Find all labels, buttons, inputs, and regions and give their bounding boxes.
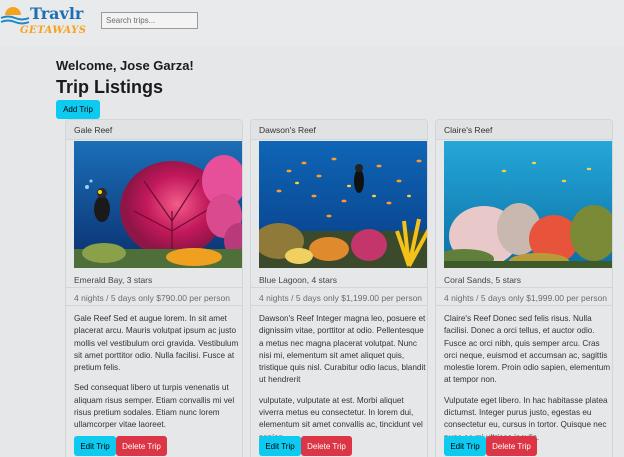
welcome-message: Welcome, Jose Garza!	[56, 58, 194, 73]
delete-trip-button[interactable]: Delete Trip	[116, 436, 167, 456]
trip-card: Dawson's Reef Blue Lagoon, 4 stars 4 nig…	[250, 119, 428, 457]
trip-description: Claire's Reef Donec sed felis risus. Nul…	[444, 313, 612, 452]
trip-location: Blue Lagoon, 4 stars	[259, 275, 337, 285]
svg-text:Travlr: Travlr	[30, 4, 84, 23]
delete-trip-button[interactable]: Delete Trip	[486, 436, 537, 456]
description-paragraph: Gale Reef Sed et augue lorem. In sit ame…	[74, 314, 239, 373]
trip-card: Claire's Reef Coral Sands, 5 stars 4 nig…	[435, 119, 613, 457]
trip-price: 4 nights / 5 days only $790.00 per perso…	[74, 293, 230, 303]
trip-image	[74, 141, 242, 268]
edit-trip-button[interactable]: Edit Trip	[259, 436, 301, 456]
delete-trip-button[interactable]: Delete Trip	[301, 436, 352, 456]
trip-description: Dawson's Reef Integer magna leo, posuere…	[259, 313, 427, 452]
edit-trip-button[interactable]: Edit Trip	[74, 436, 116, 456]
description-paragraph: Claire's Reef Donec sed felis risus. Nul…	[444, 314, 611, 385]
trip-location: Emerald Bay, 3 stars	[74, 275, 153, 285]
edit-trip-button[interactable]: Edit Trip	[444, 436, 486, 456]
trip-location: Coral Sands, 5 stars	[444, 275, 522, 285]
trip-price: 4 nights / 5 days only $1,999.00 per per…	[444, 293, 608, 303]
trip-image	[444, 141, 612, 268]
travlr-logo[interactable]: Travlr GETAWAYS	[0, 2, 92, 38]
divider	[251, 305, 427, 306]
description-paragraph: Dawson's Reef Integer magna leo, posuere…	[259, 314, 426, 385]
search-input[interactable]	[101, 12, 198, 29]
divider	[436, 287, 612, 288]
divider	[66, 305, 242, 306]
trip-price: 4 nights / 5 days only $1,199.00 per per…	[259, 293, 423, 303]
page-title: Trip Listings	[56, 77, 164, 97]
divider	[251, 287, 427, 288]
trip-name: Gale Reef	[66, 120, 242, 140]
trip-image	[259, 141, 427, 268]
divider	[436, 305, 612, 306]
divider	[66, 287, 242, 288]
add-trip-button[interactable]: Add Trip	[56, 100, 100, 119]
svg-text:GETAWAYS: GETAWAYS	[20, 25, 87, 36]
description-paragraph: Sed consequat libero ut turpis venenatis…	[74, 383, 235, 430]
top-navbar: Travlr GETAWAYS	[0, 0, 624, 46]
trip-name: Dawson's Reef	[251, 120, 427, 140]
trip-card: Gale Reef Emerald Bay, 3 stars 4 nights …	[65, 119, 243, 457]
trip-description: Gale Reef Sed et augue lorem. In sit ame…	[74, 313, 242, 440]
trip-name: Claire's Reef	[436, 120, 612, 140]
